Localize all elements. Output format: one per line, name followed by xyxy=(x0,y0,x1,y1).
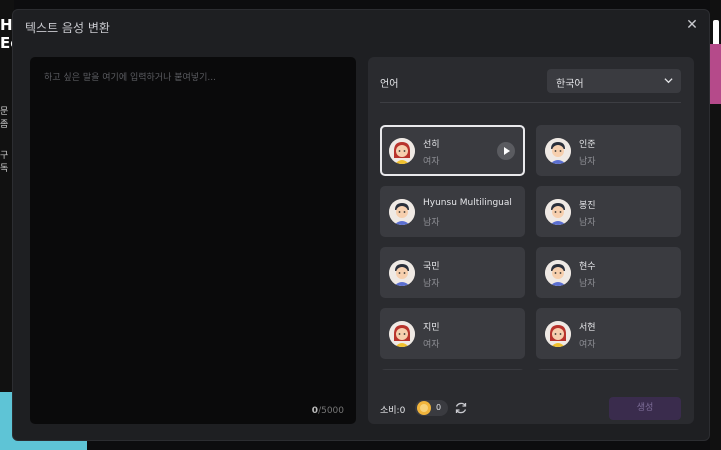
voice-gender: 남자 xyxy=(579,279,596,289)
text-input[interactable] xyxy=(42,68,346,372)
voice-card[interactable]: 봉진 남자 xyxy=(536,186,681,237)
voice-card[interactable]: 국민 남자 xyxy=(380,247,525,298)
divider xyxy=(380,102,681,103)
background-right-panel xyxy=(710,0,721,450)
voice-card[interactable]: 서현 여자 xyxy=(536,308,681,359)
voice-name: 국민 xyxy=(423,262,440,272)
voice-card[interactable]: 선히 여자 xyxy=(380,125,525,176)
coin-icon xyxy=(417,401,431,415)
avatar xyxy=(545,321,571,347)
voice-card[interactable]: 현수 남자 xyxy=(536,247,681,298)
character-counter: 0/5000 xyxy=(312,406,344,416)
avatar xyxy=(389,260,415,286)
voice-gender: 남자 xyxy=(579,218,596,228)
voice-gender: 여자 xyxy=(423,157,440,167)
voice-name: 봉진 xyxy=(579,201,596,211)
voice-gender: 남자 xyxy=(423,218,440,228)
voice-card[interactable]: 지민 여자 xyxy=(380,308,525,359)
voice-gender: 여자 xyxy=(423,340,440,350)
avatar xyxy=(545,260,571,286)
tts-dialog: 텍스트 음성 변환 ✕ 0/5000 언어 한국어 선히 여자 xyxy=(12,9,710,441)
voice-name: 현수 xyxy=(579,262,596,272)
voice-name: 지민 xyxy=(423,323,440,333)
voice-name: 서현 xyxy=(579,323,596,333)
language-dropdown[interactable]: 한국어 xyxy=(547,69,681,93)
voice-settings-pane: 언어 한국어 선히 여자 인준 남자 Hyunsu Multilingual 남… xyxy=(368,57,694,424)
chevron-down-icon xyxy=(664,78,673,84)
voice-card[interactable]: Hyunsu Multilingual 남자 xyxy=(380,186,525,237)
play-preview-button[interactable] xyxy=(497,142,515,160)
avatar xyxy=(389,138,415,164)
voice-gender: 여자 xyxy=(579,340,596,350)
generate-button[interactable]: 생성 xyxy=(609,397,681,420)
cost-label: 소비:0 xyxy=(380,406,406,416)
language-label: 언어 xyxy=(380,79,399,90)
avatar xyxy=(545,138,571,164)
voice-card[interactable] xyxy=(536,369,681,370)
close-icon[interactable]: ✕ xyxy=(685,18,699,32)
voice-grid: 선히 여자 인준 남자 Hyunsu Multilingual 남자 봉진 남자… xyxy=(380,125,682,370)
credit-badge: 0 xyxy=(415,400,448,416)
voice-gender: 남자 xyxy=(579,157,596,167)
avatar xyxy=(389,321,415,347)
char-count-max: /5000 xyxy=(318,406,344,416)
voice-name: 선히 xyxy=(423,140,440,150)
dialog-title: 텍스트 음성 변환 xyxy=(25,21,110,35)
voice-gender: 남자 xyxy=(423,279,440,289)
avatar xyxy=(389,199,415,225)
voice-card[interactable]: 인준 남자 xyxy=(536,125,681,176)
credit-value: 0 xyxy=(436,403,442,412)
voice-name: 인준 xyxy=(579,140,596,150)
background-thumbnail xyxy=(710,44,721,104)
voice-name: Hyunsu Multilingual xyxy=(423,198,512,208)
avatar xyxy=(545,199,571,225)
voice-card[interactable] xyxy=(380,369,525,370)
language-selected: 한국어 xyxy=(556,79,584,90)
refresh-icon[interactable] xyxy=(454,401,468,415)
text-input-pane: 0/5000 xyxy=(30,57,356,424)
